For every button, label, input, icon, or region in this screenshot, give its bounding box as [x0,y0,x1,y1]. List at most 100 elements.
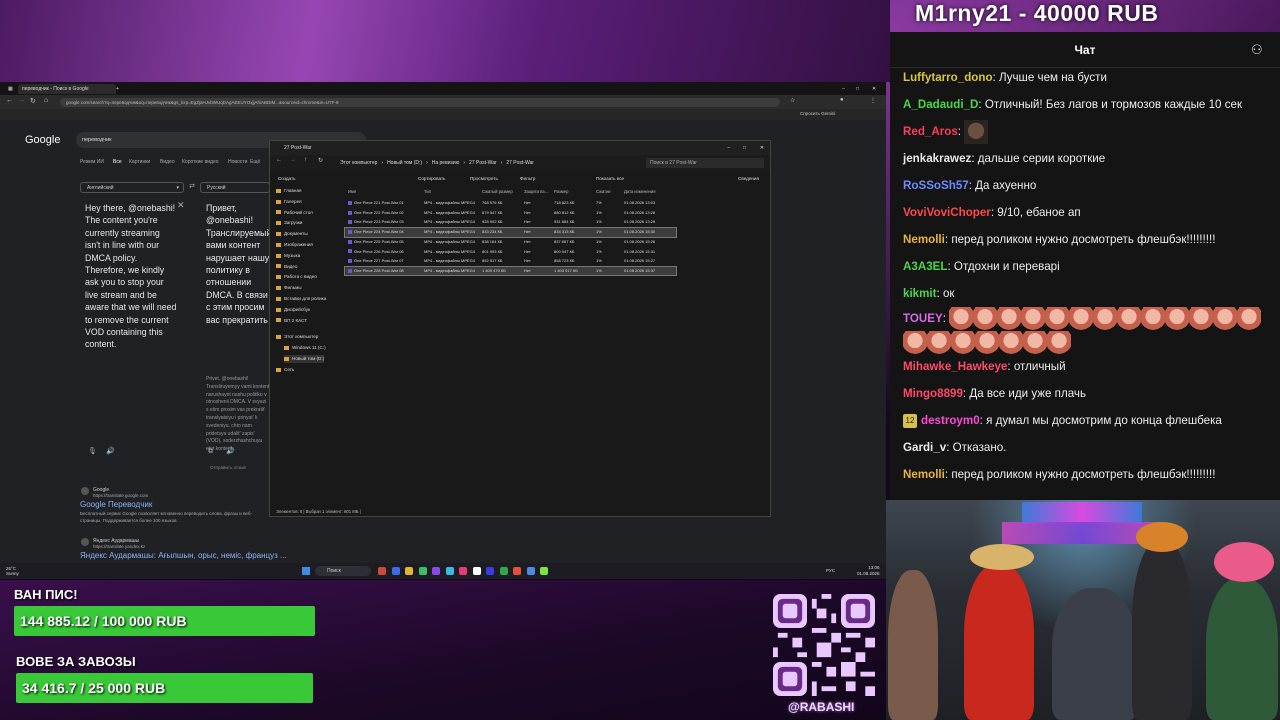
nav-item[interactable]: Главная [276,187,301,195]
taskbar-app-icon[interactable] [418,567,427,575]
toolbar-button[interactable]: Фильтр [520,172,535,185]
chat-username[interactable]: jenkakrawez [903,152,971,165]
taskbar-app-icon[interactable] [486,567,494,575]
chat-username[interactable]: A_Dadaudi_D [903,98,978,111]
google-nav-tab[interactable]: Режим ИИ [80,159,104,165]
result-title-link[interactable]: Яндекс Аудармашы: Ағылшын, орыс, неміс, … [80,551,287,560]
minimize-icon[interactable]: – [838,84,849,94]
home-icon[interactable]: ⌂ [44,97,48,104]
chat-username[interactable]: Red_Aros [903,125,958,138]
close-icon[interactable]: ✕ [760,141,764,155]
column-header[interactable]: Сжатие [596,188,611,196]
reload-icon[interactable]: ↻ [30,97,36,105]
language-indicator[interactable]: РУС [826,568,835,573]
file-row[interactable]: One Piece 226 Post-War 06 MP4 - видеофайл… [345,248,676,257]
column-header[interactable]: Имя [348,188,356,196]
chat-username[interactable]: Luffytarro_dono [903,71,993,84]
toolbar-button[interactable]: Создать [278,172,295,185]
file-row[interactable]: One Piece 224 Post-War 04 MP4 - видеофайл… [344,227,677,238]
taskbar-app-icon[interactable] [391,567,400,575]
google-nav-tab[interactable]: Видео [160,159,175,165]
result-url[interactable]: https://translate.google.com [93,493,148,498]
taskbar-app-icon[interactable] [513,567,521,575]
taskbar-app-icon[interactable] [526,567,535,575]
result-title-link[interactable]: Google Переводчик [80,500,152,509]
google-nav-tab[interactable]: Все [113,159,122,165]
nav-item[interactable]: Новый том (D:) [284,355,325,363]
column-header[interactable]: Защита па... [524,188,548,196]
google-nav-tab[interactable]: Новости [228,159,247,165]
nav-item[interactable]: Сеть [276,366,294,374]
taskbar-app-icon[interactable] [405,567,413,575]
chat-username[interactable]: kikmit [903,287,937,300]
nav-item[interactable]: Дисфейсбук [276,306,310,314]
users-icon[interactable]: ⚇ [1251,42,1263,58]
taskbar-search[interactable]: Поиск [315,566,371,576]
nav-item[interactable]: Видео [276,263,297,271]
breadcrumb[interactable]: Этот компьютер › Новый том (D:) › На ревизию… [340,158,640,168]
breadcrumb-item[interactable]: 27 Post-War [506,160,534,166]
nav-item[interactable]: Музыка [276,252,300,260]
nav-item[interactable]: Вставки для ролика [276,295,326,303]
nav-item[interactable]: ВП 2 КАСТ [276,317,307,325]
nav-item[interactable]: Документы [276,230,308,238]
tab-google-search[interactable]: переводчик - Поиск в Google [18,84,116,94]
nav-item[interactable]: Изображения [276,241,313,249]
chat-username[interactable]: Nemolli [903,468,945,481]
nav-item[interactable]: Галерея [276,198,302,206]
star-icon[interactable]: ☆ [790,97,795,104]
gemini-button[interactable]: Спросить Gemini [800,111,835,116]
back-icon[interactable]: ← [276,157,282,163]
nav-item[interactable]: Фильмы [276,284,302,292]
explorer-search-input[interactable]: Поиск в 27 Post-War [646,158,764,168]
google-logo[interactable]: Google [25,134,60,146]
maximize-icon[interactable]: □ [852,84,863,94]
weather-widget[interactable]: 26°C Sunny [6,566,19,576]
breadcrumb-item[interactable]: 27 Post-War [469,160,497,166]
chat-username[interactable]: A3A3EL [903,260,947,273]
breadcrumb-item[interactable]: Новый том (D:) [387,160,422,166]
chat-username[interactable]: Nemolli [903,233,945,246]
nav-item[interactable]: Рабочий стол [276,209,313,217]
column-header[interactable]: Размер [554,188,568,196]
forward-icon[interactable]: → [290,157,296,163]
google-nav-tab[interactable]: Ещё [250,159,260,165]
chat-username[interactable]: Gardi_v [903,441,946,454]
column-header[interactable]: Дата изменения [624,188,655,196]
file-row[interactable]: One Piece 221 Post-War 01 MP4 - видеофайл… [345,199,676,208]
nav-item[interactable]: Работа с видео [276,273,317,281]
target-speaker-icon[interactable]: 🔊 [226,447,235,455]
chat-username[interactable]: TOUEY [903,312,943,325]
source-text-area[interactable]: Hey there, @onebashi! The content you're… [85,202,177,351]
back-icon[interactable]: ← [6,97,13,104]
address-bar[interactable]: google.com/search?q=переводчик&oq=перево… [60,98,780,107]
taskbar-app-icon[interactable] [499,567,508,575]
column-header[interactable]: Тип [424,188,431,196]
new-tab-button[interactable]: + [112,84,123,94]
copy-icon[interactable]: ⧉ [208,448,213,456]
nav-item[interactable]: Этот компьютер [276,333,318,341]
menu-icon[interactable]: ⋮ [870,97,876,104]
column-header[interactable]: Сжатый размер [482,188,513,196]
file-row[interactable]: One Piece 223 Post-War 03 MP4 - видеофайл… [345,218,676,227]
google-nav-tab[interactable]: Картинки [129,159,150,165]
chat-username[interactable]: destroym0 [921,414,980,427]
swap-languages-icon[interactable]: ⇄ [189,182,195,190]
refresh-icon[interactable]: ↻ [318,157,323,164]
up-icon[interactable]: ↑ [304,157,307,163]
chat-username[interactable]: RoSSoSh57 [903,179,969,192]
profile-icon[interactable]: ● [840,97,844,103]
file-row[interactable]: One Piece 227 Post-War 07 MP4 - видеофайл… [345,257,676,266]
windows-start-icon[interactable] [302,567,310,575]
chat-username[interactable]: Mihawke_Hawkeye [903,360,1007,373]
toolbar-button[interactable]: Показать все [596,172,624,185]
toolbar-button[interactable]: Просмотреть [470,172,498,185]
file-row[interactable]: One Piece 225 Post-War 05 MP4 - видеофайл… [345,238,676,247]
result-url[interactable]: https://translate.yandex.kz [93,544,145,549]
breadcrumb-item[interactable]: На ревизию [432,160,460,166]
system-clock[interactable]: 13:06 01.08.2026 [857,565,880,576]
close-icon[interactable]: ✕ [868,84,880,94]
target-language-select[interactable]: Русский [200,182,270,193]
chat-username[interactable]: VoviVoviChoper [903,206,991,219]
taskbar-app-icon[interactable] [378,567,386,575]
